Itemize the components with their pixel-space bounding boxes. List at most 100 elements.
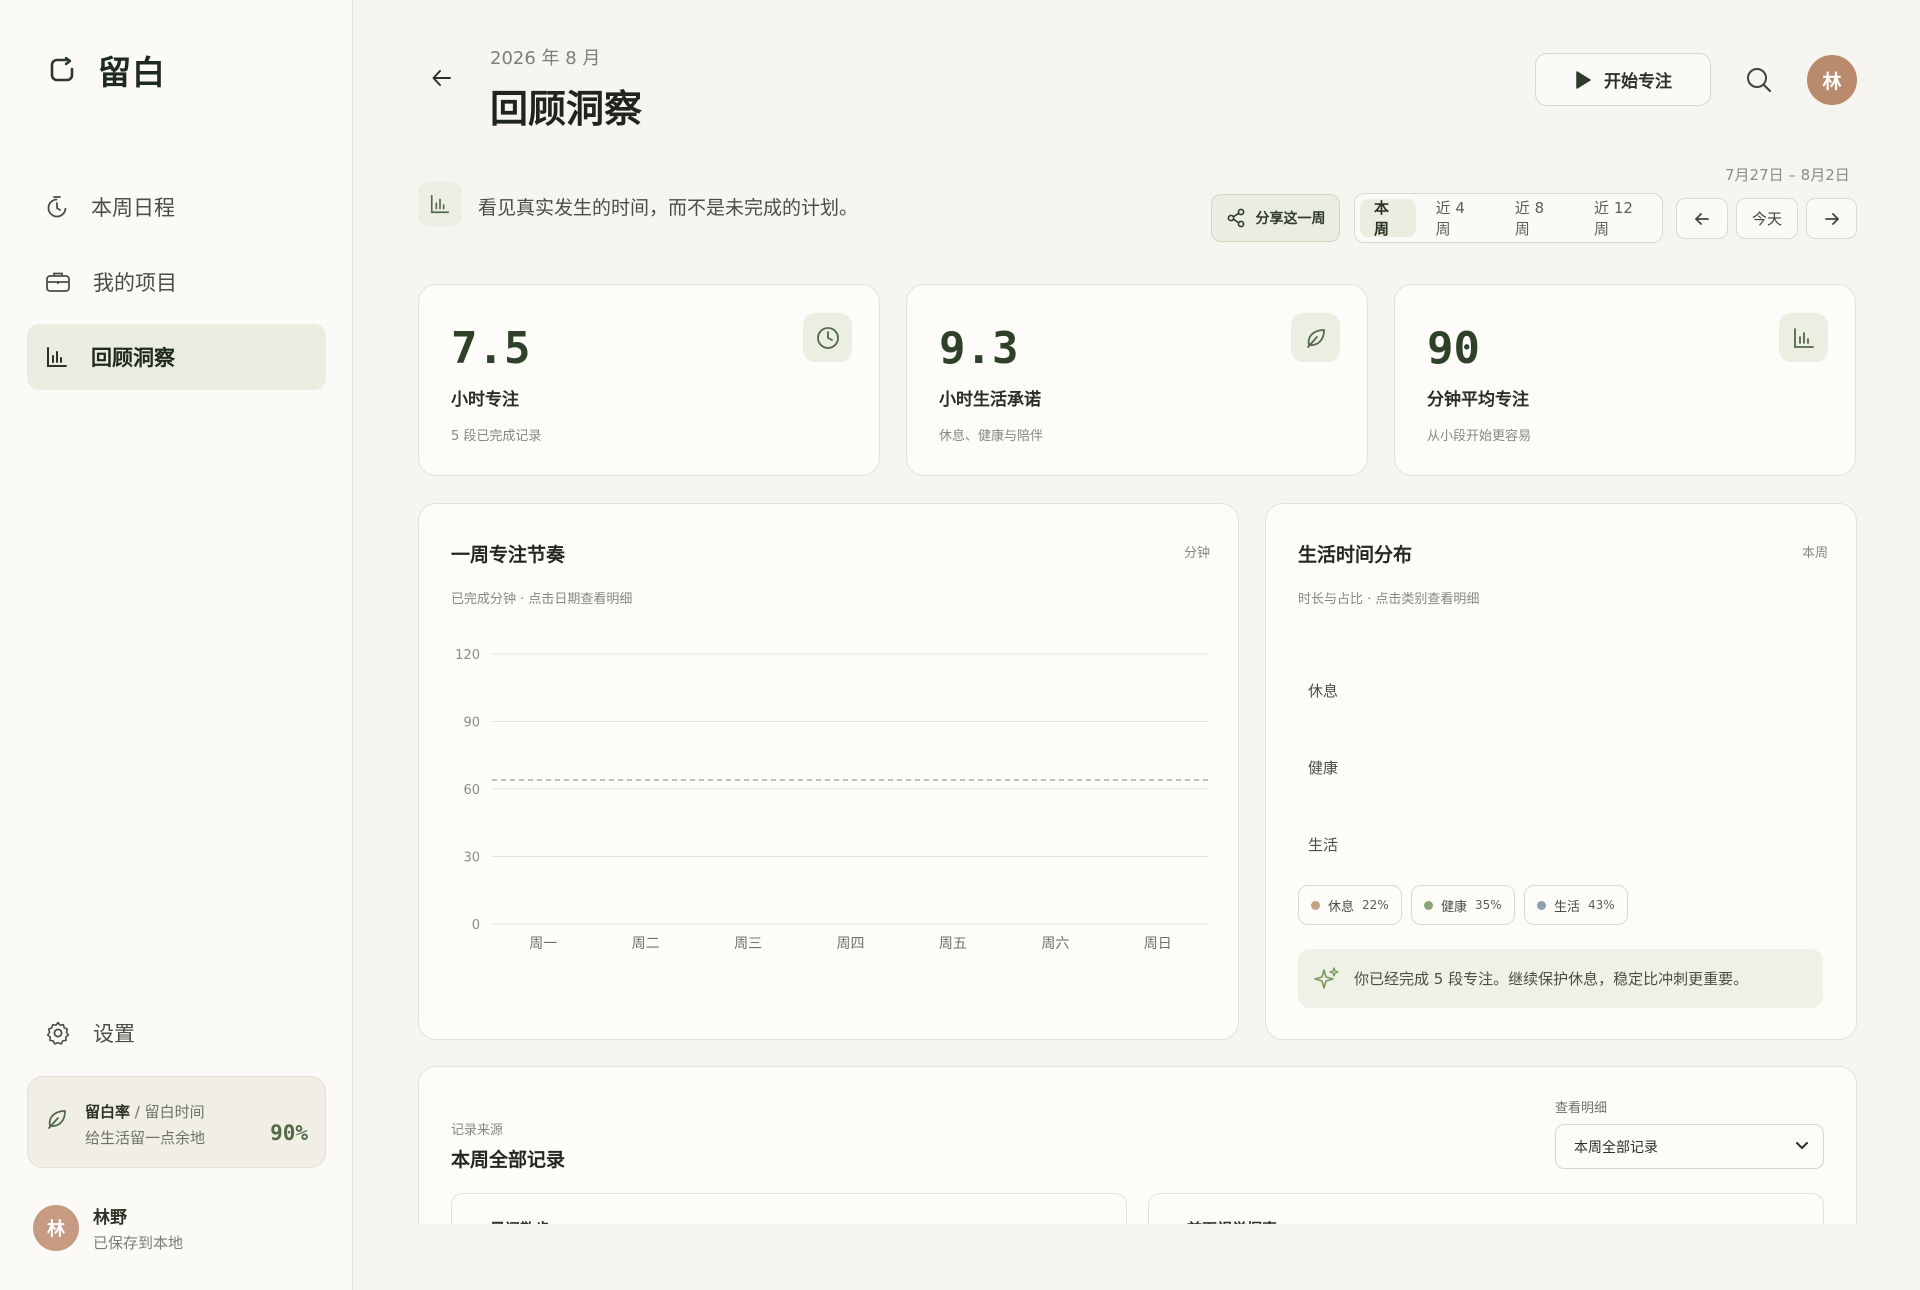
back-arrow-icon[interactable]: [430, 66, 454, 90]
sidebar-item-projects[interactable]: 我的项目: [27, 249, 326, 315]
dist-row-health[interactable]: 健康: [1308, 757, 1338, 778]
today-button[interactable]: 今天: [1736, 198, 1798, 239]
panel-unit: 分钟: [1183, 546, 1210, 561]
panel-subtitle: 时长与占比 · 点击类别查看明细: [1298, 592, 1480, 607]
stat-label: 小时生活承诺: [939, 390, 1041, 410]
stat-card-focus[interactable]: 7.5 小时专注 5 段已完成记录: [418, 284, 880, 476]
legend-label: 休息: [1328, 899, 1355, 915]
tagline: 看见真实发生的时间，而不是未完成的计划。: [478, 197, 859, 219]
panel-period: 本周: [1801, 546, 1828, 561]
legend-pct: 22%: [1362, 898, 1389, 912]
sidebar-item-label: 本周日程: [91, 196, 175, 220]
x-tick-label: 周日: [1144, 936, 1172, 952]
legend-chip-rest[interactable]: 休息 22%: [1298, 885, 1402, 925]
page-title: 回顾洞察: [490, 87, 643, 131]
app-name: 留白: [98, 53, 166, 92]
sidebar-item-insights[interactable]: 回顾洞察: [27, 324, 326, 390]
y-tick-label: 30: [463, 851, 480, 866]
range-4-weeks[interactable]: 近 4 周: [1422, 199, 1495, 238]
settings-section: 设置: [27, 1000, 326, 1075]
stat-icon-box: [1779, 313, 1828, 362]
whitespace-ratio-card: 留白率 / 留白时间 给生活留一点余地 90%: [27, 1076, 326, 1168]
ratio-value: 90%: [270, 1121, 308, 1145]
play-icon: [1576, 70, 1591, 89]
sidebar: 留白 本周日程 我的项目 回顾洞察 设置 留白率 / 留白时间 给生活留一点余地…: [0, 0, 353, 1290]
x-tick-label: 周二: [632, 936, 660, 952]
legend-dot: [1537, 900, 1546, 910]
legend-pct: 35%: [1475, 898, 1502, 912]
sidebar-item-settings[interactable]: 设置: [27, 1000, 326, 1066]
legend-dot: [1424, 900, 1433, 910]
search-icon[interactable]: [1745, 66, 1773, 94]
range-8-weeks[interactable]: 近 8 周: [1501, 199, 1574, 238]
stat-card-life[interactable]: 9.3 小时生活承诺 休息、健康与陪伴: [906, 284, 1368, 476]
x-tick-label: 周四: [837, 936, 865, 952]
records-title: 本周全部记录: [451, 1149, 566, 1171]
records-filter-select[interactable]: 本周全部记录: [1555, 1124, 1824, 1169]
x-tick-label: 周一: [529, 936, 557, 952]
share-icon: [1227, 208, 1244, 228]
range-this-week[interactable]: 本周: [1360, 199, 1416, 238]
prev-week-button[interactable]: [1676, 198, 1728, 239]
x-tick-label: 周三: [734, 936, 762, 952]
ratio-desc: 给生活留一点余地: [85, 1129, 206, 1147]
page-date: 2026 年 8 月: [490, 48, 601, 69]
weekly-focus-chart[interactable]: 0 30 60 90 120 周一 周二 周三 周四 周五 周六 周日: [437, 624, 1237, 984]
user-status: 已保存到本地: [93, 1234, 184, 1252]
sidebar-nav: 本周日程 我的项目 回顾洞察: [27, 174, 326, 399]
y-tick-label: 90: [463, 716, 480, 731]
bar-chart-icon: [1793, 327, 1814, 348]
share-week-button[interactable]: 分享这一周: [1211, 194, 1340, 242]
arrow-right-icon: [1824, 212, 1839, 225]
range-12-weeks[interactable]: 近 12 周: [1580, 199, 1662, 238]
sidebar-item-label: 我的项目: [93, 271, 177, 295]
stat-sub: 休息、健康与陪伴: [939, 429, 1044, 444]
leaf-icon: [1306, 328, 1325, 348]
clock-icon: [816, 326, 839, 349]
dist-row-rest[interactable]: 休息: [1308, 680, 1338, 701]
legend-chip-life[interactable]: 生活 43%: [1524, 885, 1628, 925]
filter-label: 查看明细: [1555, 1101, 1608, 1116]
y-tick-label: 120: [455, 648, 480, 663]
app-logo[interactable]: 留白: [48, 46, 166, 94]
header-avatar[interactable]: 林: [1807, 55, 1857, 105]
insight-text: 你已经完成 5 段专注。继续保护休息，稳定比冲刺更重要。: [1354, 970, 1749, 988]
panel-title: 一周专注节奏: [451, 544, 566, 566]
stat-card-average[interactable]: 90 分钟平均专注 从小段开始更容易: [1394, 284, 1856, 476]
legend-dot: [1311, 900, 1320, 910]
stat-label: 分钟平均专注: [1427, 390, 1529, 410]
gear-icon: [46, 1021, 70, 1045]
ratio-title: 留白率 / 留白时间: [85, 1101, 205, 1122]
sidebar-item-schedule[interactable]: 本周日程: [27, 174, 326, 240]
start-focus-button[interactable]: 开始专注: [1535, 53, 1711, 106]
stat-value: 9.3: [939, 323, 1019, 374]
avatar: 林: [33, 1205, 79, 1251]
logo-icon: [50, 56, 74, 82]
stat-value: 90: [1427, 323, 1480, 374]
stat-value: 7.5: [451, 323, 531, 374]
y-tick-label: 0: [472, 918, 480, 933]
dist-row-life[interactable]: 生活: [1308, 834, 1338, 855]
date-range: 7月27日 – 8月2日: [1725, 166, 1850, 184]
tagline-badge: [418, 182, 462, 226]
sidebar-item-label: 回顾洞察: [91, 346, 175, 370]
share-label: 分享这一周: [1255, 211, 1326, 227]
stat-label: 小时专注: [451, 390, 519, 410]
bar-chart-icon: [47, 347, 67, 367]
legend-pct: 43%: [1588, 898, 1615, 912]
stat-icon-box: [803, 313, 852, 362]
user-profile[interactable]: 林 林野 已保存到本地: [33, 1203, 183, 1253]
next-week-button[interactable]: [1806, 198, 1857, 239]
records-source: 记录来源: [451, 1123, 504, 1138]
stat-sub: 从小段开始更容易: [1427, 429, 1532, 444]
legend-chip-health[interactable]: 健康 35%: [1411, 885, 1515, 925]
leaf-icon: [48, 1110, 66, 1129]
sparkle-icon: [1314, 966, 1339, 989]
briefcase-icon: [46, 272, 70, 292]
panel-title: 生活时间分布: [1298, 544, 1413, 566]
arrow-left-icon: [1695, 212, 1709, 225]
viewport-bottom-mask: [353, 1224, 1920, 1290]
settings-label: 设置: [93, 1022, 135, 1046]
y-tick-label: 60: [463, 783, 480, 798]
ratio-separator: /: [134, 1103, 140, 1121]
